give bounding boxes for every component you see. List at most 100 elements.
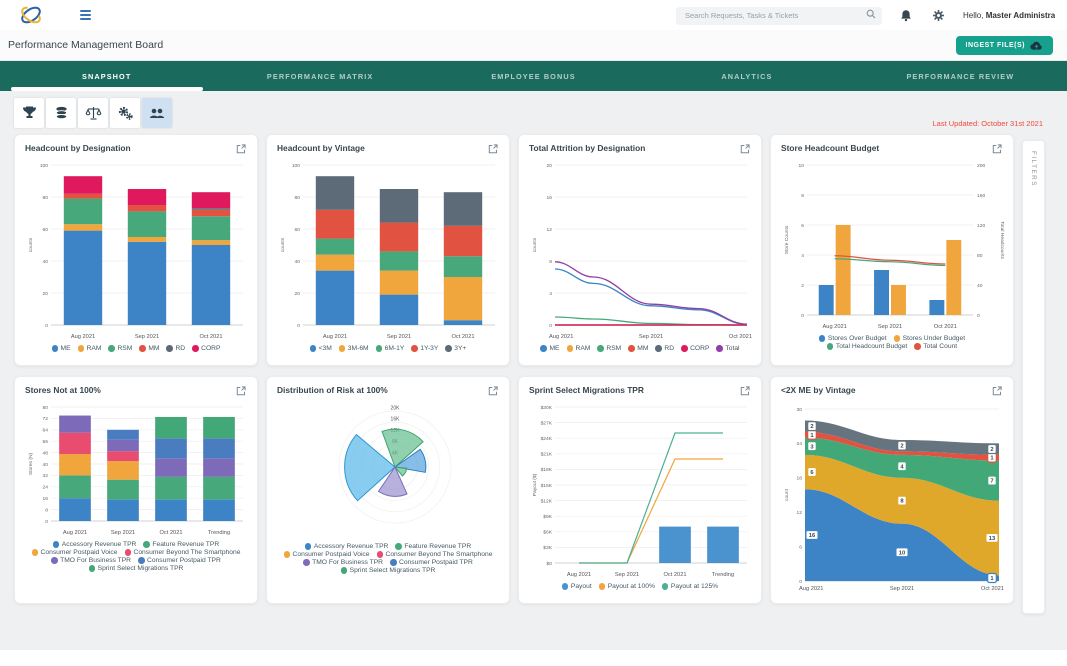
legend-item[interactable]: Feature Revenue TPR [395, 543, 471, 550]
expand-icon[interactable] [991, 143, 1003, 155]
svg-text:Stores (N): Stores (N) [28, 452, 34, 475]
legend-item[interactable]: ME [540, 345, 559, 352]
legend-dot [655, 345, 662, 352]
legend-item[interactable]: MM [139, 345, 159, 352]
expand-icon[interactable] [487, 385, 499, 397]
legend-item[interactable]: 1Y-3Y [411, 345, 438, 352]
legend-item[interactable]: TMO For Business TPR [51, 557, 131, 564]
tab-snapshot[interactable]: SNAPSHOT [0, 61, 213, 91]
legend-dot [662, 583, 669, 590]
legend-item[interactable]: <3M [310, 345, 332, 352]
expand-icon[interactable] [487, 143, 499, 155]
trophy-icon[interactable] [14, 98, 44, 128]
legend-item[interactable]: CORP [681, 345, 709, 352]
tab-performance-review[interactable]: PERFORMANCE REVIEW [854, 61, 1067, 91]
legend-label: Total Headcount Budget [836, 343, 907, 350]
legend-item[interactable]: 6M-1Y [376, 345, 405, 352]
legend-item[interactable]: RSM [108, 345, 132, 352]
settings-gear-icon[interactable] [930, 7, 947, 24]
legend-item[interactable]: RD [655, 345, 674, 352]
legend-item[interactable]: 3Y+ [445, 345, 466, 352]
expand-icon[interactable] [235, 385, 247, 397]
legend-dot [310, 345, 317, 352]
legend-item[interactable]: Stores Over Budget [819, 335, 887, 342]
legend-item[interactable]: Payout at 100% [599, 583, 655, 590]
legend-item[interactable]: Accessory Revenue TPR [305, 543, 389, 550]
legend-label: Stores Under Budget [903, 335, 965, 342]
legend-item[interactable]: Total Headcount Budget [827, 343, 907, 350]
legend-item[interactable]: Consumer Postpaid TPR [390, 559, 473, 566]
chart-card-headcount-vintage: Headcount by Vintage 020406080100countsA… [266, 134, 510, 366]
scale-icon[interactable] [78, 98, 108, 128]
chart-card-sprint-migrations: Sprint Select Migrations TPR $0$3K$6K$9K… [518, 376, 762, 604]
svg-text:$0: $0 [547, 561, 553, 567]
menu-icon[interactable] [80, 10, 91, 20]
svg-text:Aug 2021: Aug 2021 [323, 334, 347, 340]
svg-text:counts: counts [28, 237, 34, 252]
svg-text:Sep 2021: Sep 2021 [878, 324, 902, 330]
legend-label: MM [148, 345, 159, 352]
svg-text:72: 72 [43, 416, 49, 422]
svg-text:60: 60 [295, 227, 301, 233]
svg-text:counts: counts [532, 237, 538, 252]
legend-item[interactable]: ME [52, 345, 71, 352]
legend-label: Consumer Postpaid TPR [147, 557, 221, 564]
legend-item[interactable]: Consumer Beyond The Smartphone [125, 549, 241, 556]
svg-text:4: 4 [549, 291, 552, 297]
legend-item[interactable]: Consumer Postpaid Voice [32, 549, 118, 556]
svg-text:Sep 2021: Sep 2021 [890, 586, 914, 592]
legend-item[interactable]: Sprint Select Migrations TPR [89, 565, 184, 572]
notifications-bell-icon[interactable] [898, 7, 914, 24]
legend-item[interactable]: TMO For Business TPR [303, 559, 383, 566]
expand-icon[interactable] [739, 143, 751, 155]
tab-performance-matrix[interactable]: PERFORMANCE MATRIX [213, 61, 426, 91]
tab-employee-bonus[interactable]: EMPLOYEE BONUS [427, 61, 640, 91]
legend-item[interactable]: Stores Under Budget [894, 335, 965, 342]
bar-line-chart: 0246810Store CountsAug 2021Sep 2021Oct 2… [781, 157, 1005, 335]
coins-icon[interactable] [46, 98, 76, 128]
legend-item[interactable]: Payout [562, 583, 592, 590]
legend-item[interactable]: Total Count [914, 343, 957, 350]
chart-card-store-budget: Store Headcount Budget 0246810Store Coun… [770, 134, 1014, 366]
svg-text:$21K: $21K [541, 452, 553, 458]
expand-icon[interactable] [739, 385, 751, 397]
search-input[interactable] [676, 7, 882, 25]
legend-item[interactable]: Feature Revenue TPR [143, 541, 219, 548]
legend-item[interactable]: Sprint Select Migrations TPR [341, 567, 436, 574]
legend-label: Stores Over Budget [828, 335, 887, 342]
legend-item[interactable]: Total [716, 345, 739, 352]
legend-label: Consumer Postpaid Voice [41, 549, 118, 556]
legend-item[interactable]: MM [628, 345, 648, 352]
filters-side-tab[interactable]: FILTERS [1022, 140, 1045, 614]
legend-item[interactable]: Consumer Postpaid TPR [138, 557, 221, 564]
ingest-files-button[interactable]: INGEST FILE(S) [956, 36, 1054, 55]
gears-icon[interactable] [110, 98, 140, 128]
legend-label: ME [61, 345, 71, 352]
legend-item[interactable]: RD [166, 345, 185, 352]
stacked-bar-chart: 020406080100countsAug 2021Sep 2021Oct 20… [25, 157, 249, 345]
people-icon[interactable] [142, 98, 172, 128]
legend-item[interactable]: Consumer Postpaid Voice [284, 551, 370, 558]
tab-analytics[interactable]: ANALYTICS [640, 61, 853, 91]
legend-label: RSM [606, 345, 621, 352]
legend-item[interactable]: CORP [192, 345, 220, 352]
legend-label: 3Y+ [454, 345, 466, 352]
svg-text:Sep 2021: Sep 2021 [615, 572, 639, 578]
expand-icon[interactable] [235, 143, 247, 155]
legend-item[interactable]: RAM [567, 345, 591, 352]
svg-text:16K: 16K [391, 417, 401, 423]
expand-icon[interactable] [991, 385, 1003, 397]
legend-item[interactable]: 3M-6M [339, 345, 369, 352]
legend-dot [51, 557, 58, 564]
legend-dot [562, 583, 569, 590]
legend-item[interactable]: Accessory Revenue TPR [53, 541, 137, 548]
legend-item[interactable]: RSM [597, 345, 621, 352]
legend-dot [53, 541, 60, 548]
svg-text:160: 160 [977, 193, 985, 199]
legend-dot [305, 543, 312, 550]
last-updated-label: Last Updated: October 31st 2021 [933, 119, 1044, 128]
legend-item[interactable]: Consumer Beyond The Smartphone [377, 551, 493, 558]
bottom-strip [0, 650, 1067, 666]
legend-item[interactable]: Payout at 125% [662, 583, 718, 590]
legend-item[interactable]: RAM [78, 345, 102, 352]
